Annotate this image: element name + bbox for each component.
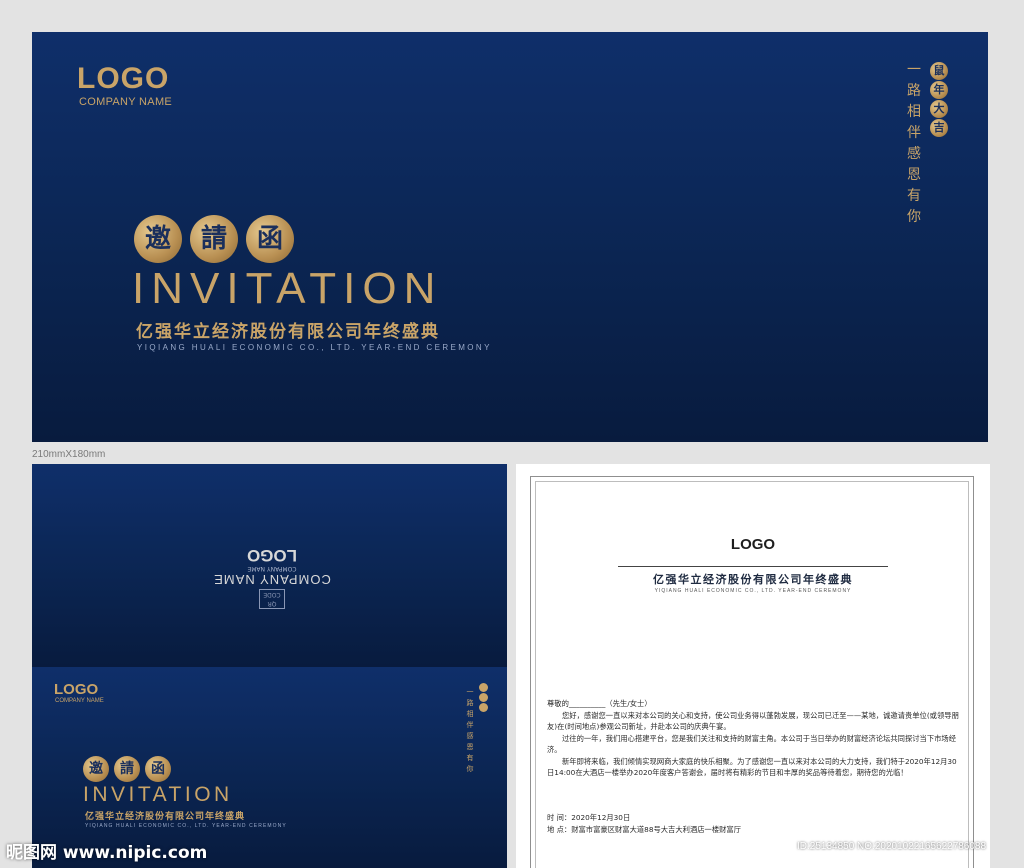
cover-logo: LOGO	[77, 62, 170, 95]
vertical-char: 感	[466, 732, 474, 740]
watermark-id: ID:25134850 NO:20201022165622786088	[797, 841, 987, 852]
mini-seal: 大	[930, 100, 948, 118]
letter-body: 尊敬的__________（先生/女士） 您好，感谢您一直以来对本公司的关心和支…	[547, 698, 961, 779]
front-title-en: YIQIANG HUALI ECONOMIC CO., LTD. YEAR-EN…	[85, 823, 287, 829]
letter-paragraph-3: 新年即将来临，我们倾情实现网商大家庭的快乐相聚。为了感谢您一直以来对本公司的大力…	[547, 756, 957, 778]
seal-yao: 邀	[134, 215, 182, 263]
back-panel: QR CODE COMPANY NAME COMPANY NAME LOGO	[32, 464, 507, 667]
vertical-char: 你	[466, 765, 474, 773]
vertical-char: 恩	[466, 743, 474, 751]
seal-han: 函	[246, 215, 294, 263]
seal-qing: 請	[190, 215, 238, 263]
vertical-char: 一	[907, 62, 921, 78]
mini-seal	[479, 703, 488, 712]
dimension-label: 210mmX180mm	[32, 449, 106, 460]
vertical-char: 一	[466, 688, 474, 696]
letter-salutation: 尊敬的__________（先生/女士）	[547, 699, 652, 708]
vertical-char: 恩	[907, 167, 921, 183]
cover-title-en: YIQIANG HUALI ECONOMIC CO., LTD. YEAR-EN…	[137, 343, 492, 352]
letter-footer: 时 间：2020年12月30日 地 点：财富市富豪区财富大道88号大吉大利酒店一…	[547, 812, 741, 835]
mini-seal: 鼠	[930, 62, 948, 80]
vertical-char: 相	[907, 104, 921, 120]
vertical-char: 感	[907, 146, 921, 162]
front-title-cn: 亿强华立经济股份有限公司年终盛典	[85, 812, 246, 822]
front-company-name: COMPANY NAME	[55, 698, 104, 704]
qr-code-icon: QR CODE	[259, 589, 285, 609]
letter-title-cn: 亿强华立经济股份有限公司年终盛典	[653, 573, 853, 586]
cover-invitation: INVITATION	[132, 264, 443, 313]
front-logo: LOGO	[54, 681, 99, 698]
vertical-char: 有	[466, 754, 474, 762]
vertical-char: 路	[907, 83, 921, 99]
front-vertical-text: 一 路 相 伴 感 恩 有 你	[464, 687, 476, 775]
back-company-name: COMPANY NAME	[213, 572, 331, 587]
letter-divider	[618, 566, 888, 567]
mini-seal	[479, 693, 488, 702]
vertical-char: 相	[466, 710, 474, 718]
vertical-char: 路	[466, 699, 474, 707]
vertical-char: 伴	[466, 721, 474, 729]
letter-place: 地 点：财富市富豪区财富大道88号大吉大利酒店一楼财富厅	[547, 824, 742, 834]
seal-yao: 邀	[83, 756, 109, 782]
cover-vertical-text: 一 路 相 伴 感 恩 有 你	[904, 60, 924, 228]
letter-logo: LOGO	[730, 536, 776, 553]
front-invitation: INVITATION	[83, 783, 233, 806]
cover-company-name: COMPANY NAME	[79, 96, 173, 108]
mini-seal: 年	[930, 81, 948, 99]
letter-panel: LOGO 亿强华立经济股份有限公司年终盛典 YIQIANG HUALI ECON…	[516, 464, 990, 868]
letter-title-en: YIQIANG HUALI ECONOMIC CO., LTD. YEAR-EN…	[654, 588, 852, 594]
cover-seal-row: 邀 請 函	[134, 215, 294, 263]
mini-seal	[479, 683, 488, 692]
seal-han: 函	[145, 756, 171, 782]
letter-paragraph-2: 过往的一年，我们用心搭建平台，您是我们关注和支持的财富主角。本公司于当日举办的财…	[547, 733, 957, 755]
back-sub: COMPANY NAME	[247, 565, 297, 572]
cover-panel: LOGO COMPANY NAME 邀 請 函 INVITATION 亿强华立经…	[32, 32, 988, 442]
cover-vertical-seals: 鼠 年 大 吉	[930, 62, 948, 137]
cover-title-cn: 亿强华立经济股份有限公司年终盛典	[136, 322, 440, 342]
letter-paragraph-1: 您好，感谢您一直以来对本公司的关心和支持，使公司业务得以蓬勃发展，现公司已迁至—…	[547, 710, 959, 732]
vertical-char: 你	[907, 209, 921, 225]
mini-seal: 吉	[930, 119, 948, 137]
letter-time: 时 间：2020年12月30日	[547, 813, 631, 822]
back-content: QR CODE COMPANY NAME COMPANY NAME LOGO	[207, 529, 337, 609]
vertical-char: 有	[907, 188, 921, 204]
vertical-char: 伴	[907, 125, 921, 141]
front-seal-row: 邀 請 函	[83, 756, 171, 782]
watermark-site: 昵图网 www.nipic.com	[6, 843, 208, 863]
back-logo: LOGO	[246, 546, 298, 565]
seal-qing: 請	[114, 756, 140, 782]
letter-frame	[530, 476, 974, 868]
front-vertical-seals	[479, 683, 488, 712]
